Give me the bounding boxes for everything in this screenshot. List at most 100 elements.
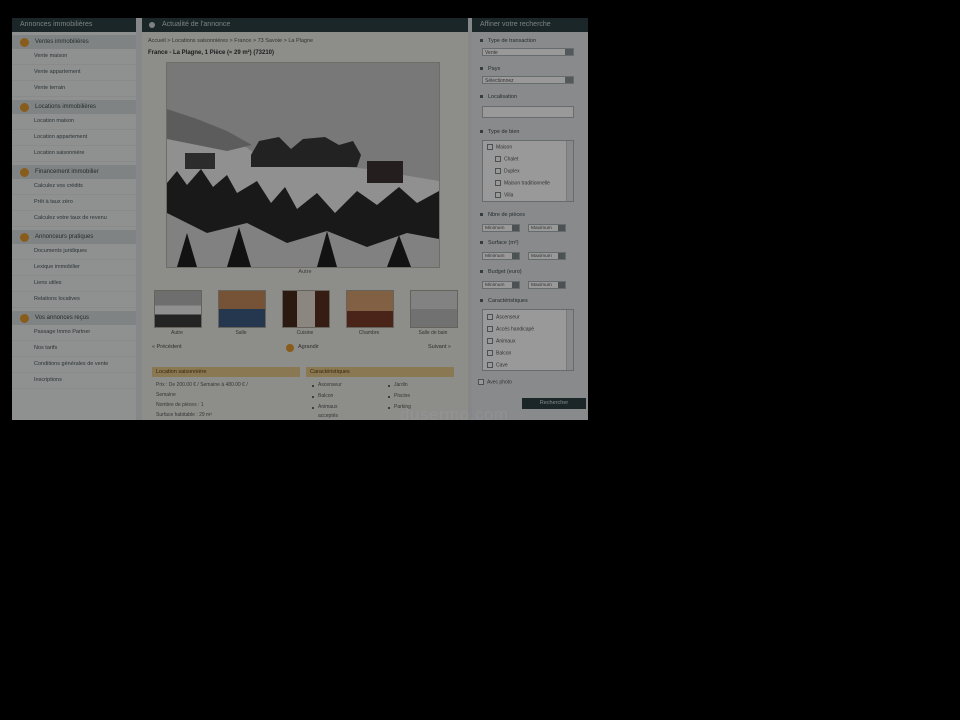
- transaction-type-select[interactable]: Vente: [482, 48, 574, 56]
- budget-max-select[interactable]: Maximum: [528, 281, 566, 289]
- feature-checkbox[interactable]: Animaux: [487, 338, 515, 344]
- feature-item: acceptés: [318, 413, 339, 419]
- sidebar-link[interactable]: Documents juridiques: [12, 244, 136, 260]
- sidebar-link[interactable]: Passage Immo Partner: [12, 325, 136, 341]
- thumbnail-label: Cuisine: [296, 330, 314, 336]
- rental-line: Nombre de pièces : 1: [156, 402, 204, 408]
- sidebar-group-sales[interactable]: Ventes immobilières: [12, 35, 136, 49]
- rental-line: Prix : De 200.00 € / Semaine à 480.00 € …: [156, 382, 248, 388]
- thumbnail-label: Salle de bain: [418, 330, 448, 336]
- feature-item: Ascenseur: [318, 382, 342, 388]
- group-label: Locations immobilières: [35, 104, 97, 110]
- bullet-icon: [20, 102, 29, 112]
- surface-min-select[interactable]: Minimum: [482, 252, 520, 260]
- country-select[interactable]: Sélectionnez: [482, 76, 574, 84]
- next-link[interactable]: Suivant »: [428, 344, 451, 350]
- thumbnail-bathroom[interactable]: [410, 290, 458, 328]
- watermark: dusermo.com: [400, 405, 509, 424]
- listing-panel-header: Actualité de l'annonce: [142, 18, 468, 32]
- property-checkbox[interactable]: Maison: [487, 144, 512, 150]
- thumbnail-kitchen[interactable]: [282, 290, 330, 328]
- sidebar-link[interactable]: Vente terrain: [12, 81, 136, 97]
- scrollbar[interactable]: [566, 141, 573, 201]
- thumbnail-label: Salle: [235, 330, 247, 336]
- sidebar-link[interactable]: Calculez vos crédits: [12, 179, 136, 195]
- property-checkbox[interactable]: Villa: [495, 192, 513, 198]
- enlarge-link[interactable]: Agrandir: [298, 344, 319, 350]
- thumbnail-strip: Autre Salle Cuisine Chambre Salle de bai…: [154, 290, 458, 342]
- sidebar-link[interactable]: Location saisonnière: [12, 146, 136, 162]
- sidebar-group-financing[interactable]: Financement immobilier: [12, 165, 136, 179]
- feature-checkbox[interactable]: Ascenseur: [487, 314, 520, 320]
- sidebar-group-rentals[interactable]: Locations immobilières: [12, 100, 136, 114]
- surface-label: Surface (m²): [480, 240, 519, 246]
- listing-panel-title: Actualité de l'annonce: [162, 21, 231, 28]
- feature-checkbox[interactable]: Cave: [487, 362, 508, 368]
- search-button[interactable]: Rechercher: [522, 398, 586, 409]
- country-label: Pays: [480, 66, 500, 72]
- thumbnail-outside[interactable]: [154, 290, 202, 328]
- sidebar-link[interactable]: Conditions générales de vente: [12, 357, 136, 373]
- with-photo-checkbox[interactable]: Avec photo: [478, 379, 512, 385]
- sidebar-link[interactable]: Vente maison: [12, 49, 136, 65]
- surface-max-select[interactable]: Maximum: [528, 252, 566, 260]
- group-label: Financement immobilier: [35, 169, 99, 175]
- sidebar-link[interactable]: Calculez votre taux de revenu: [12, 211, 136, 227]
- property-type-label: Type de bien: [480, 129, 520, 135]
- feature-checkbox[interactable]: Accès handicapé: [487, 326, 534, 332]
- sidebar-link[interactable]: Nos tarifs: [12, 341, 136, 357]
- transaction-type-label: Type de transaction: [480, 38, 536, 44]
- rooms-max-select[interactable]: Maximum: [528, 224, 566, 232]
- photo-caption: Autre: [298, 269, 312, 275]
- left-sidebar-title: Annonces immobilières: [12, 18, 136, 32]
- bullet-icon: [312, 396, 314, 398]
- property-checkbox[interactable]: Chalet: [495, 156, 518, 162]
- sidebar-group-ads[interactable]: Vos annonces reçus: [12, 311, 136, 325]
- feature-checkbox[interactable]: Balcon: [487, 350, 511, 356]
- thumbnail-bedroom[interactable]: [346, 290, 394, 328]
- property-checkbox[interactable]: Duplex: [495, 168, 520, 174]
- rooms-label: Nbre de pièces: [480, 212, 525, 218]
- sidebar-link[interactable]: Liens utiles: [12, 276, 136, 292]
- thumbnail-label: Chambre: [358, 330, 380, 336]
- property-type-list[interactable]: Maison Chalet Duplex Maison traditionnel…: [482, 140, 574, 202]
- rooms-min-select[interactable]: Minimum: [482, 224, 520, 232]
- budget-min-select[interactable]: Minimum: [482, 281, 520, 289]
- group-label: Ventes immobilières: [35, 39, 89, 45]
- feature-item: Jardin: [394, 382, 408, 388]
- search-panel: Affiner votre recherche Type de transact…: [472, 18, 588, 420]
- main-photo[interactable]: [166, 62, 440, 268]
- dropdown-arrow-icon: [565, 77, 573, 83]
- property-checkbox[interactable]: Maison traditionnelle: [495, 180, 550, 186]
- listing-panel: Actualité de l'annonce Accueil > Locatio…: [142, 18, 468, 420]
- thumbnail-living[interactable]: [218, 290, 266, 328]
- sidebar-group-practical[interactable]: Annonceurs pratiques: [12, 230, 136, 244]
- location-input[interactable]: [482, 106, 574, 118]
- bullet-icon: [388, 396, 390, 398]
- rental-line: Semaine: [156, 392, 176, 398]
- bullet-icon: [312, 385, 314, 387]
- listing-title: France - La Plagne, 1 Pièce (≈ 29 m²) (7…: [148, 50, 275, 56]
- sidebar-link[interactable]: Prêt à taux zéro: [12, 195, 136, 211]
- features-label: Caractéristiques: [480, 298, 528, 304]
- sidebar-link[interactable]: Location appartement: [12, 130, 136, 146]
- scrollbar[interactable]: [566, 310, 573, 370]
- snow-mountain-photo: [167, 63, 439, 267]
- dropdown-arrow-icon: [565, 49, 573, 55]
- group-label: Annonceurs pratiques: [35, 234, 94, 240]
- sidebar-link[interactable]: Location maison: [12, 114, 136, 130]
- sidebar-link[interactable]: Lexique immobilier: [12, 260, 136, 276]
- rental-line: Surface habitable : 29 m²: [156, 412, 212, 418]
- sidebar-link[interactable]: Relations locatives: [12, 292, 136, 308]
- bullet-icon: [20, 313, 29, 323]
- features-list[interactable]: Ascenseur Accès handicapé Animaux Balcon…: [482, 309, 574, 371]
- thumbnail-label: Autre: [171, 330, 183, 336]
- sidebar-link[interactable]: Inscriptions: [12, 373, 136, 389]
- features-box-title: Caractéristiques: [306, 367, 454, 377]
- sidebar-link[interactable]: Vente appartement: [12, 65, 136, 81]
- previous-link[interactable]: « Précédent: [152, 344, 182, 350]
- rental-box-title: Location saisonnière: [152, 367, 300, 377]
- zoom-icon: [286, 344, 294, 352]
- location-label: Localisation: [480, 94, 517, 100]
- breadcrumb[interactable]: Accueil > Locations saisonnières > Franc…: [142, 32, 468, 44]
